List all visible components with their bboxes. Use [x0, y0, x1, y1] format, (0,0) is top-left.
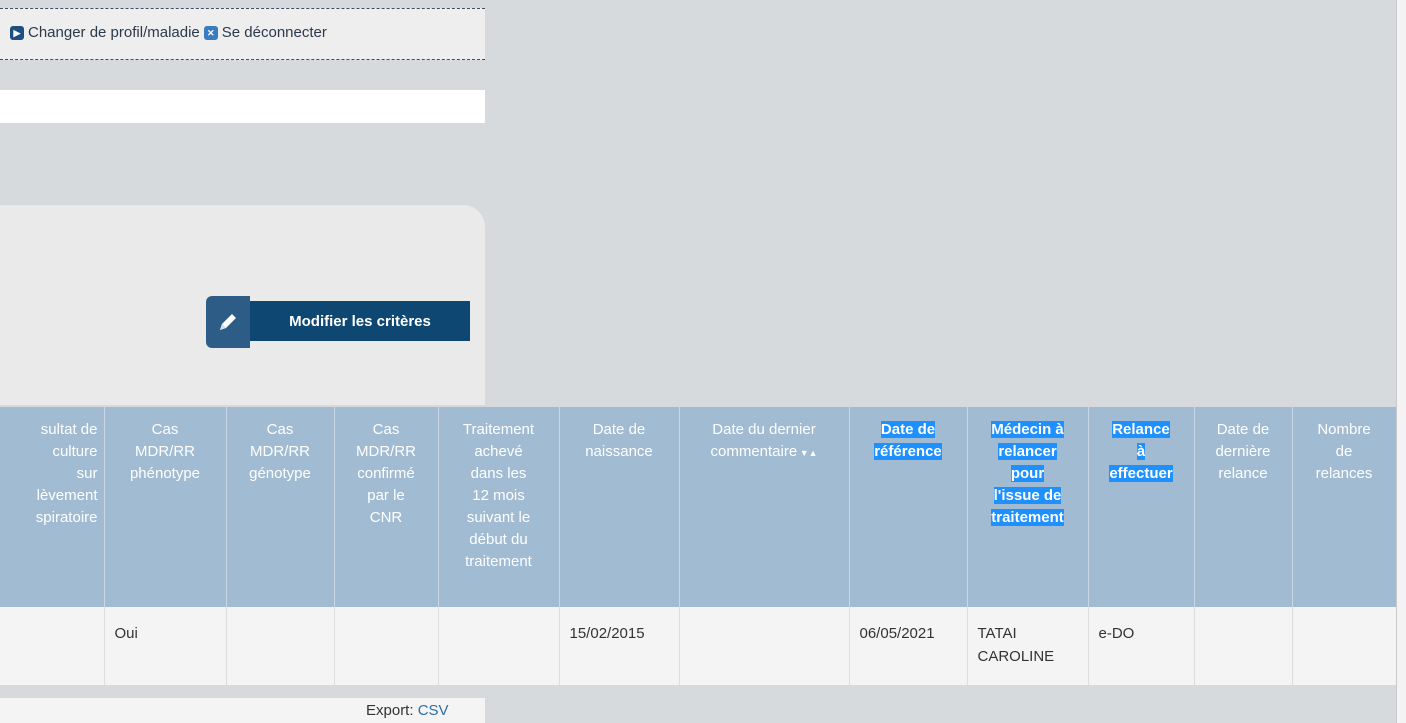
column-header-text: MDR/RR — [250, 443, 310, 460]
column-header[interactable]: sultat de culture sur lèvement spiratoire — [0, 407, 105, 607]
table-cell: e-DO — [1088, 607, 1195, 685]
column-header-text: phénotype — [129, 465, 201, 482]
column-header-text: génotype — [249, 465, 311, 482]
scrollbar[interactable] — [1396, 0, 1406, 723]
column-header[interactable]: Cas MDR/RR phénotype — [104, 407, 227, 607]
export-area: Export: CSV — [366, 702, 449, 719]
table-cell — [679, 607, 850, 685]
table-cell: 15/02/2015 — [559, 607, 680, 685]
table-cell: Oui — [104, 607, 227, 685]
table-cell — [226, 607, 335, 685]
table-cell — [334, 607, 439, 685]
arrow-right-icon: ▶ — [10, 25, 24, 40]
column-header-text: par le — [367, 487, 405, 504]
column-header[interactable]: Date de dernière relance — [1194, 407, 1293, 607]
table-cell — [1292, 607, 1397, 685]
column-header-text: Nombre — [1317, 421, 1371, 438]
column-header[interactable]: Cas MDR/RR génotype — [226, 407, 335, 607]
table-cell: TATAI CAROLINE — [967, 607, 1089, 685]
column-header[interactable]: Médecin à relancer pour l'issue de traitemen… — [967, 407, 1089, 607]
column-header-text: commentaire — [710, 443, 798, 460]
column-header-text: traitement — [465, 553, 532, 570]
column-header-text: Relance — [1112, 421, 1170, 438]
table-cell: 06/05/2021 — [849, 607, 968, 685]
table-header-row: sultat de culture sur lèvement spiratoire Cas… — [0, 407, 1397, 607]
column-header-text: à — [1136, 443, 1146, 460]
profile-bar: ▶ Changer de profil/maladie ✕ Se déconne… — [0, 8, 485, 60]
logout-link[interactable]: Se déconnecter — [222, 24, 327, 41]
column-header-text: Date de — [1216, 421, 1270, 438]
modify-criteria-button[interactable]: Modifier les critères — [206, 296, 470, 348]
column-header-text: culture — [52, 443, 98, 460]
column-header-text: MDR/RR — [135, 443, 195, 460]
table-cell — [438, 607, 560, 685]
column-header-text: pour — [1010, 465, 1045, 482]
column-header[interactable]: Nombre de relances — [1292, 407, 1397, 607]
results-table-container: sultat de culture sur lèvement spiratoire Cas… — [0, 407, 1397, 685]
column-header-text: CNR — [369, 509, 403, 526]
column-header-text: confirmé — [357, 465, 415, 482]
column-header-text: Date de — [880, 421, 936, 438]
column-header-text: référence — [874, 443, 942, 460]
column-header-text: Date du dernier — [712, 421, 816, 438]
table-cell — [1194, 607, 1293, 685]
column-header-text: suivant le — [466, 509, 531, 526]
column-header-text: naissance — [585, 443, 653, 460]
column-header-text: Cas — [151, 421, 179, 438]
pencil-icon — [206, 296, 250, 348]
close-icon: ✕ — [203, 25, 218, 40]
column-header[interactable]: Date de naissance — [559, 407, 680, 607]
column-header-text: dans les — [470, 465, 527, 482]
column-header[interactable]: Traitement achevé dans les 12 mois suivant l… — [438, 407, 560, 607]
column-header-text: l'issue de — [993, 487, 1062, 504]
table-cell — [0, 607, 105, 685]
column-header[interactable]: Date de référence — [849, 407, 968, 607]
column-header-text: dernière — [1215, 443, 1271, 460]
export-row: Export: CSV — [0, 698, 485, 723]
column-header-text: spiratoire — [35, 509, 98, 526]
column-header-text: Cas — [372, 421, 400, 438]
export-label: Export: — [366, 702, 414, 719]
white-strip — [0, 90, 485, 123]
column-header[interactable]: Cas MDR/RR confirmé par le CNR — [334, 407, 439, 607]
sort-arrow-icon[interactable]: ▼▲ — [797, 448, 818, 458]
column-header[interactable]: Relance à effectuer — [1088, 407, 1195, 607]
column-header-text: relance — [1218, 465, 1268, 482]
column-header-text: Traitement — [462, 421, 535, 438]
modify-criteria-label: Modifier les critères — [250, 301, 470, 341]
column-header-text: effectuer — [1109, 465, 1173, 482]
profile-links: ▶ Changer de profil/maladie ✕ Se déconne… — [10, 24, 331, 41]
column-header-text: traitement — [991, 509, 1064, 526]
column-header-text: relances — [1315, 465, 1373, 482]
column-header-text: 12 mois — [472, 487, 525, 504]
column-header-text: achevé — [474, 443, 523, 460]
column-header-text: lèvement — [36, 487, 98, 504]
column-header-text: MDR/RR — [356, 443, 416, 460]
column-header-text: sur — [76, 465, 98, 482]
results-table: sultat de culture sur lèvement spiratoire Cas… — [0, 407, 1397, 685]
column-header-text: Cas — [266, 421, 294, 438]
change-profile-link[interactable]: Changer de profil/maladie — [28, 24, 200, 41]
column-header-text: début du — [469, 531, 528, 548]
table-row[interactable]: Oui 15/02/2015 06/05/2021 TATAI CAROLINE e-D… — [0, 607, 1397, 685]
column-header-text: de — [1335, 443, 1353, 460]
column-header-text: Médecin à — [991, 421, 1064, 438]
column-header[interactable]: Date du dernier commentaire ▼▲ — [679, 407, 850, 607]
column-header-text: sultat de — [40, 421, 98, 438]
export-csv-link[interactable]: CSV — [418, 702, 449, 719]
column-header-text: Date de — [592, 421, 646, 438]
column-header-text: relancer — [998, 443, 1057, 460]
